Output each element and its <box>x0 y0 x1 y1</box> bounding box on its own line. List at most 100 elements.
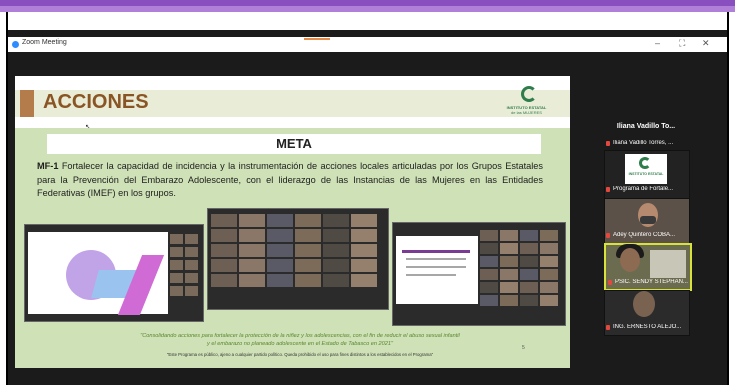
screenshot-3-text <box>406 258 466 260</box>
gallery-thumbnail <box>351 214 377 227</box>
gallery-thumbnail <box>480 230 498 241</box>
title-bar[interactable] <box>8 37 727 52</box>
participant-name: Adey Quintero COBA... <box>613 232 676 238</box>
gallery-thumbnail <box>239 229 265 242</box>
gallery-thumbnail <box>351 229 377 242</box>
screenshot-3-gallery <box>480 230 562 308</box>
gallery-thumbnail <box>351 259 377 272</box>
gallery-thumbnail <box>540 282 558 293</box>
screenshot-3-text <box>406 266 466 268</box>
gallery-thumbnail <box>351 274 377 287</box>
gallery-thumbnail <box>323 259 349 272</box>
gallery-thumbnail <box>239 214 265 227</box>
gallery-thumbnail <box>540 230 558 241</box>
slide-quote: "Consolidando acciones para fortalecer l… <box>70 333 530 348</box>
gallery-thumbnail <box>295 244 321 257</box>
slide-page-number: 5 <box>522 345 525 351</box>
gallery-thumbnail <box>211 244 237 257</box>
gallery-thumbnail <box>480 282 498 293</box>
gallery-thumbnail <box>540 243 558 254</box>
muted-mic-icon <box>606 187 610 192</box>
gallery-thumbnail <box>211 274 237 287</box>
gallery-thumbnail <box>211 229 237 242</box>
meta-text: Fortalecer la capacidad de incidencia y … <box>37 161 543 198</box>
window-title: Zoom Meeting <box>22 39 67 46</box>
meta-description: MF-1 Fortalecer la capacidad de incidenc… <box>37 160 543 201</box>
gallery-thumbnail <box>267 214 293 227</box>
slide-title-accent <box>20 90 34 117</box>
gallery-thumbnail <box>500 269 518 280</box>
muted-mic-icon <box>606 233 610 238</box>
participant-video-detail <box>640 216 656 224</box>
participant-video-background <box>650 250 686 278</box>
gallery-thumbnail <box>267 244 293 257</box>
share-indicator <box>304 38 330 40</box>
gallery-thumbnail <box>267 274 293 287</box>
screenshot-2-gallery <box>211 214 381 290</box>
muted-mic-icon <box>606 141 610 146</box>
participant-name: Iliana Vadillo Torres, ... <box>613 140 674 146</box>
gallery-thumbnail <box>480 243 498 254</box>
maximize-icon[interactable]: ⛶ <box>679 38 685 49</box>
gallery-thumbnail <box>500 282 518 293</box>
gallery-thumbnail <box>239 274 265 287</box>
gallery-thumbnail <box>520 269 538 280</box>
quote-line-1: "Consolidando acciones para fortalecer l… <box>140 333 460 339</box>
gallery-thumbnail <box>480 269 498 280</box>
gallery-thumbnail <box>520 230 538 241</box>
gallery-thumbnail <box>323 214 349 227</box>
slide-title: ACCIONES <box>43 91 149 113</box>
gallery-thumbnail <box>351 244 377 257</box>
gallery-thumbnail <box>323 274 349 287</box>
gallery-thumbnail <box>520 256 538 267</box>
gallery-thumbnail <box>480 256 498 267</box>
screenshot-3-text <box>406 274 456 276</box>
gallery-thumbnail <box>267 229 293 242</box>
participant-name: PSIC. SENDY STEPHAN... <box>615 279 688 285</box>
gallery-thumbnail <box>500 243 518 254</box>
quote-line-2: y el embarazo no planeado adolescente en… <box>207 340 393 347</box>
gallery-thumbnail <box>211 214 237 227</box>
gallery-thumbnail <box>500 295 518 306</box>
meta-heading: META <box>276 136 312 151</box>
zoom-logo-icon <box>12 41 19 48</box>
gallery-thumbnail <box>239 259 265 272</box>
gallery-thumbnail <box>295 214 321 227</box>
institute-logo-icon <box>521 86 537 102</box>
participant-video <box>633 291 655 317</box>
gallery-thumbnail <box>500 230 518 241</box>
minimize-icon[interactable]: – <box>655 38 660 48</box>
logo-text-line2: de las MUJERES <box>511 110 542 115</box>
gallery-thumbnail <box>500 256 518 267</box>
slide-footnote: "Este Programa es público, ajeno a cualq… <box>166 352 434 357</box>
gallery-thumbnail <box>520 282 538 293</box>
gallery-thumbnail <box>323 229 349 242</box>
meta-code: MF-1 <box>37 161 59 171</box>
gallery-thumbnail <box>520 243 538 254</box>
gallery-thumbnail <box>267 259 293 272</box>
gallery-thumbnail <box>295 274 321 287</box>
frame-right-edge <box>727 12 729 385</box>
gallery-thumbnail <box>540 295 558 306</box>
participant-logo-text: INSTITUTO ESTATAL <box>628 172 664 176</box>
screenshot-1-gallery <box>170 234 198 314</box>
gallery-thumbnail <box>480 295 498 306</box>
gallery-thumbnail <box>211 259 237 272</box>
gallery-thumbnail <box>540 256 558 267</box>
gallery-thumbnail <box>520 295 538 306</box>
close-icon[interactable]: ✕ <box>702 38 710 49</box>
gallery-thumbnail <box>540 269 558 280</box>
gallery-thumbnail <box>295 259 321 272</box>
purple-border-light <box>0 6 735 12</box>
participant-big-name: Iliana Vadillo To... <box>616 123 676 130</box>
screenshot-3-heading <box>402 250 470 253</box>
gallery-thumbnail <box>323 244 349 257</box>
participant-video <box>620 248 640 272</box>
muted-mic-icon <box>608 280 612 285</box>
participant-name: Programa de Fortale... <box>613 186 674 192</box>
screenshot-3-slide <box>396 236 478 304</box>
gallery-thumbnail <box>295 229 321 242</box>
gallery-thumbnail <box>239 244 265 257</box>
muted-mic-icon <box>606 325 610 330</box>
participant-name: ING. ERNESTO ALEJO... <box>613 324 682 330</box>
